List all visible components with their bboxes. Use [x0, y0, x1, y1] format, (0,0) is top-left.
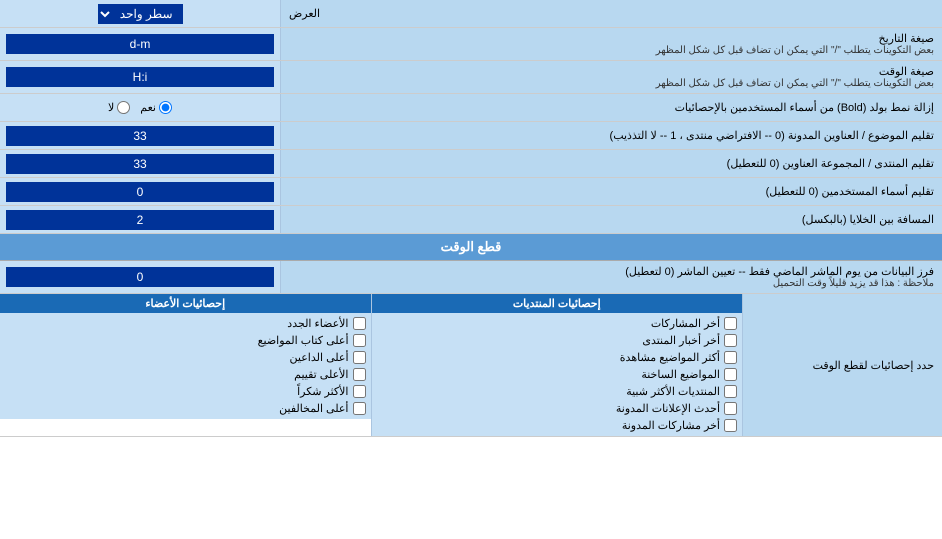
forums-stats-items: أخر المشاركات أخر أخبار المنتدى أكثر الم… [372, 313, 743, 436]
checkbox-most-thanks[interactable] [353, 385, 366, 398]
bold-removal-row: إزالة نمط بولد (Bold) من أسماء المستخدمي… [0, 94, 942, 122]
username-trim-row: تقليم أسماء المستخدمين (0 للتعطيل) [0, 178, 942, 206]
panel-item-2: أخر أخبار المنتدى [377, 332, 738, 349]
checkbox-most-viewed[interactable] [724, 351, 737, 364]
username-trim-input-cell [0, 178, 280, 205]
panel-item-7: أخر مشاركات المدونة [377, 417, 738, 434]
panel-item-1: أخر المشاركات [377, 315, 738, 332]
time-format-input-cell [0, 61, 280, 93]
date-format-input-cell [0, 28, 280, 60]
time-format-row: صيغة الوقت بعض التكوينات يتطلب "/" التي … [0, 61, 942, 94]
radio-yes[interactable] [159, 101, 172, 114]
title-trim-input[interactable] [6, 126, 274, 146]
panel-item-m2: أعلى كتاب المواضيع [5, 332, 366, 349]
date-format-row: صيغة التاريخ بعض التكوينات يتطلب "/" الت… [0, 28, 942, 61]
checkbox-last-blog-posts[interactable] [724, 419, 737, 432]
forums-stats-panel: إحصائيات المنتديات أخر المشاركات أخر أخب… [371, 294, 743, 436]
checkbox-panels: إحصائيات المنتديات أخر المشاركات أخر أخب… [0, 294, 742, 436]
cell-spacing-label: المسافة بين الخلايا (بالبكسل) [280, 206, 942, 233]
checkbox-hot-topics[interactable] [724, 368, 737, 381]
checkbox-top-callers[interactable] [353, 351, 366, 364]
panel-item-3: أكثر المواضيع مشاهدة [377, 349, 738, 366]
bold-removal-radio-cell: نعم لا [0, 94, 280, 121]
forums-stats-header: إحصائيات المنتديات [372, 294, 743, 313]
username-trim-input[interactable] [6, 182, 274, 202]
cell-spacing-input[interactable] [6, 210, 274, 230]
members-stats-header: إحصائيات الأعضاء [0, 294, 371, 313]
cutoff-section-header: قطع الوقت [0, 234, 942, 261]
limit-stats-section: حدد إحصائيات لقطع الوقت إحصائيات المنتدي… [0, 294, 942, 437]
date-format-label: صيغة التاريخ بعض التكوينات يتطلب "/" الت… [280, 28, 942, 60]
checkbox-new-members[interactable] [353, 317, 366, 330]
radio-no-label[interactable]: لا [108, 101, 130, 114]
title-row: العرض سطر واحد سطرين [0, 0, 942, 28]
forum-title-trim-row: تقليم المنتدى / المجموعة العناوين (0 للت… [0, 150, 942, 178]
members-stats-panel: إحصائيات الأعضاء الأعضاء الجدد أعلى كتاب… [0, 294, 371, 436]
username-trim-label: تقليم أسماء المستخدمين (0 للتعطيل) [280, 178, 942, 205]
panel-item-5: المنتديات الأكثر شبية [377, 383, 738, 400]
panel-item-m1: الأعضاء الجدد [5, 315, 366, 332]
time-format-input[interactable] [6, 67, 274, 87]
panel-item-m4: الأعلى تقييم [5, 366, 366, 383]
forum-title-trim-input[interactable] [6, 154, 274, 174]
checkbox-top-violators[interactable] [353, 402, 366, 415]
checkbox-similar-forums[interactable] [724, 385, 737, 398]
cutoff-days-row: فرز البيانات من يوم الماشر الماضي فقط --… [0, 261, 942, 294]
checkbox-top-rated[interactable] [353, 368, 366, 381]
radio-no[interactable] [117, 101, 130, 114]
panel-item-6: أحدث الإعلانات المدونة [377, 400, 738, 417]
forum-title-trim-label: تقليم المنتدى / المجموعة العناوين (0 للت… [280, 150, 942, 177]
forum-title-trim-input-cell [0, 150, 280, 177]
time-format-label: صيغة الوقت بعض التكوينات يتطلب "/" التي … [280, 61, 942, 93]
limit-stats-label: حدد إحصائيات لقطع الوقت [742, 294, 942, 436]
cell-spacing-input-cell [0, 206, 280, 233]
main-container: العرض سطر واحد سطرين صيغة التاريخ بعض ال… [0, 0, 942, 437]
bold-removal-label: إزالة نمط بولد (Bold) من أسماء المستخدمي… [280, 94, 942, 121]
checkbox-last-posts[interactable] [724, 317, 737, 330]
title-trim-row: تقليم الموضوع / العناوين المدونة (0 -- ا… [0, 122, 942, 150]
checkbox-latest-announcements[interactable] [724, 402, 737, 415]
cutoff-days-label: فرز البيانات من يوم الماشر الماضي فقط --… [280, 261, 942, 293]
cutoff-days-input-cell [0, 261, 280, 293]
date-format-input[interactable] [6, 34, 274, 54]
panel-item-m5: الأكثر شكراً [5, 383, 366, 400]
panel-item-4: المواضيع الساخنة [377, 366, 738, 383]
page-title: العرض [280, 0, 942, 27]
panel-item-m6: أعلى المخالفين [5, 400, 366, 417]
title-trim-input-cell [0, 122, 280, 149]
checkbox-top-writers[interactable] [353, 334, 366, 347]
members-stats-items: الأعضاء الجدد أعلى كتاب المواضيع أعلى ال… [0, 313, 371, 419]
title-trim-label: تقليم الموضوع / العناوين المدونة (0 -- ا… [280, 122, 942, 149]
cell-spacing-row: المسافة بين الخلايا (بالبكسل) [0, 206, 942, 234]
display-select-cell: سطر واحد سطرين [0, 0, 280, 27]
checkbox-last-forum-news[interactable] [724, 334, 737, 347]
radio-yes-label[interactable]: نعم [140, 101, 172, 114]
panel-item-m3: أعلى الداعين [5, 349, 366, 366]
display-select[interactable]: سطر واحد سطرين [98, 4, 183, 24]
cutoff-days-input[interactable] [6, 267, 274, 287]
